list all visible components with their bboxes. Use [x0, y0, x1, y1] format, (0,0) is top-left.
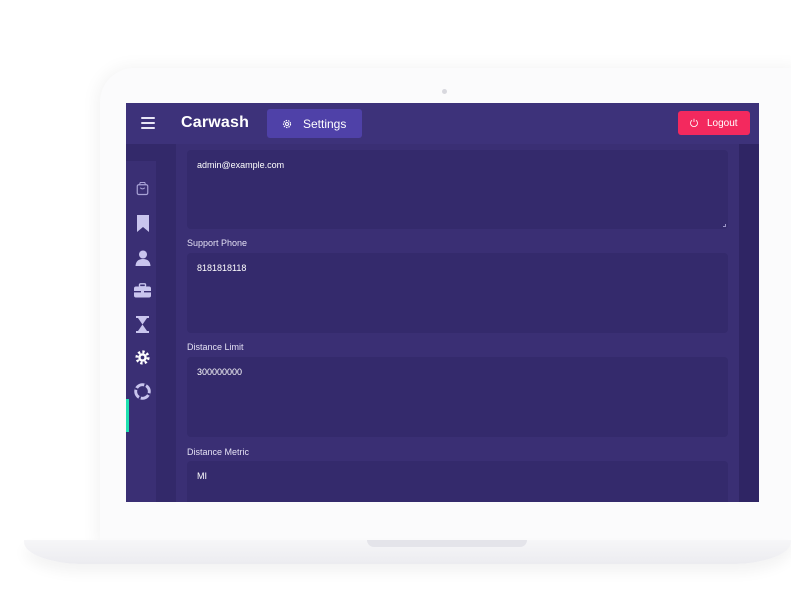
lifebuoy-icon[interactable] [134, 383, 151, 400]
support-phone-label: Support Phone [187, 238, 248, 248]
briefcase-icon[interactable] [134, 282, 151, 299]
camera-dot [442, 89, 447, 94]
distance-limit-textarea[interactable]: 300000000 [187, 357, 728, 437]
distance-metric-label: Distance Metric [187, 447, 250, 457]
logout-button[interactable]: Logout [678, 111, 750, 135]
distance-metric-textarea[interactable]: MI [187, 461, 728, 502]
support-email-textarea[interactable]: admin@example.com [187, 150, 728, 229]
logout-label: Logout [707, 117, 738, 129]
right-gutter [739, 144, 759, 502]
active-indicator [126, 399, 129, 432]
distance-metric-value: MI [197, 471, 207, 481]
distance-limit-value: 300000000 [197, 367, 243, 377]
support-phone-textarea[interactable]: 8181818118 [187, 253, 728, 333]
laptop-base-notch [367, 540, 527, 547]
hamburger-menu-icon[interactable] [141, 117, 155, 129]
gear-icon[interactable] [134, 349, 151, 366]
settings-tab[interactable]: Settings [267, 109, 362, 138]
resize-handle-icon[interactable] [723, 224, 726, 227]
shopping-bag-icon[interactable] [134, 180, 151, 197]
settings-gear-icon [282, 119, 292, 128]
distance-limit-label: Distance Limit [187, 342, 244, 352]
top-navbar: Carwash Settings Logout [126, 103, 759, 144]
brand-title: Carwash [181, 114, 250, 131]
user-icon[interactable] [134, 249, 151, 266]
sidebar [126, 161, 156, 502]
settings-tab-label: Settings [303, 116, 347, 131]
app-screen: Carwash Settings Logout admin@example.co… [126, 103, 759, 502]
bookmark-icon[interactable] [134, 215, 151, 232]
hourglass-icon[interactable] [134, 316, 151, 333]
support-email-value: admin@example.com [197, 160, 285, 170]
power-icon [690, 118, 698, 128]
support-phone-value: 8181818118 [197, 263, 247, 273]
